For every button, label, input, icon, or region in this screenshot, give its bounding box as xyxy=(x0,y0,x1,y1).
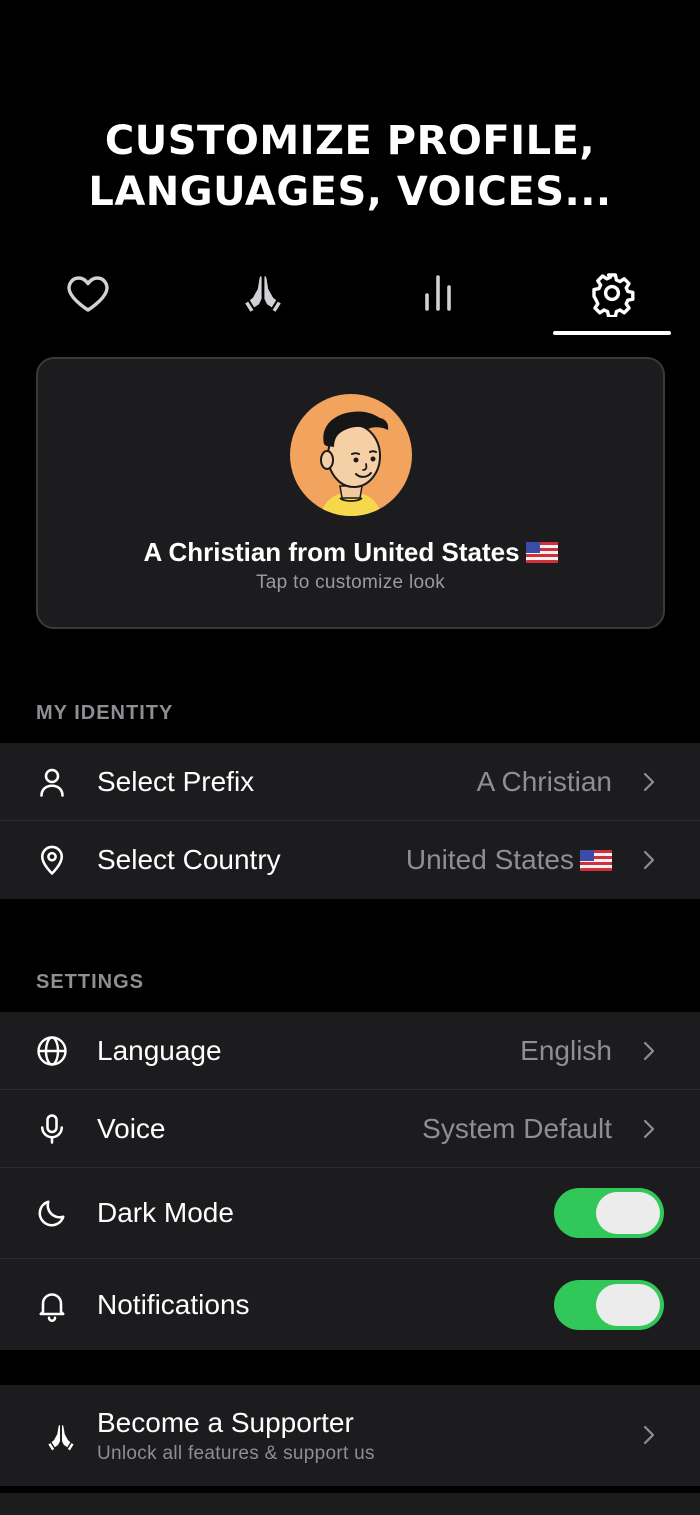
profile-subtitle: Tap to customize look xyxy=(256,572,445,593)
bell-icon xyxy=(39,1292,65,1322)
us-flag-icon xyxy=(525,542,558,563)
voice-label: Voice xyxy=(97,1112,166,1144)
tab-settings[interactable] xyxy=(553,262,671,336)
gear-icon xyxy=(592,273,635,317)
supporter-subtitle: Unlock all features & support us xyxy=(97,1443,375,1464)
select-country-value: United States xyxy=(406,844,612,876)
microphone-icon xyxy=(40,1113,64,1144)
select-country-value-text: United States xyxy=(405,844,574,875)
section-label-settings: SETTINGS xyxy=(36,971,145,993)
headline-line-1: CUSTOMIZE PROFILE, xyxy=(104,118,596,164)
become-supporter-row[interactable]: Become a Supporter Unlock all features &… xyxy=(0,1385,700,1486)
boy-avatar-illustration xyxy=(320,411,389,516)
chevron-right-icon xyxy=(643,772,655,791)
moon-icon xyxy=(38,1200,65,1227)
supporter-title: Become a Supporter xyxy=(97,1407,354,1438)
dark-mode-toggle[interactable] xyxy=(554,1188,664,1238)
active-tab-indicator xyxy=(553,331,671,335)
select-prefix-value: A Christian xyxy=(476,765,612,797)
page-headline: CUSTOMIZE PROFILE, LANGUAGES, VOICES... xyxy=(0,116,700,218)
language-row[interactable]: Language English xyxy=(0,1012,700,1090)
location-pin-icon xyxy=(40,845,64,875)
chevron-right-icon xyxy=(643,850,655,870)
select-prefix-label: Select Prefix xyxy=(97,765,255,797)
profile-name-text: A Christian from United States xyxy=(143,537,520,567)
identity-group: Select Prefix A Christian Select Country… xyxy=(0,743,700,899)
notifications-toggle[interactable] xyxy=(554,1279,664,1330)
chevron-right-icon xyxy=(643,1041,655,1060)
praying-hands-icon xyxy=(48,1424,74,1451)
us-flag-icon xyxy=(580,850,612,871)
select-prefix-row[interactable]: Select Prefix A Christian xyxy=(0,743,700,821)
dark-mode-label: Dark Mode xyxy=(97,1197,234,1228)
next-row-partial xyxy=(0,1493,700,1515)
chevron-right-icon xyxy=(643,1119,655,1138)
tab-stats[interactable] xyxy=(379,262,497,336)
profile-name: A Christian from United States xyxy=(38,537,663,568)
stats-bars-icon xyxy=(425,275,451,311)
headline-line-2: LANGUAGES, VOICES... xyxy=(88,169,612,215)
toggle-knob xyxy=(596,1283,660,1326)
globe-icon xyxy=(37,1035,67,1066)
select-country-row[interactable]: Select Country United States xyxy=(0,821,700,899)
avatar[interactable] xyxy=(290,394,412,516)
tab-prayers[interactable] xyxy=(204,262,322,336)
toggle-knob xyxy=(596,1192,660,1234)
language-label: Language xyxy=(97,1034,222,1066)
heart-icon xyxy=(67,276,109,312)
notifications-row: Notifications xyxy=(0,1259,700,1350)
select-country-label: Select Country xyxy=(97,844,281,875)
settings-group: Language English Voice System Default Da… xyxy=(0,1012,700,1350)
tab-bar xyxy=(0,262,700,336)
praying-hands-icon xyxy=(245,276,281,312)
chevron-right-icon xyxy=(643,1425,655,1445)
language-value: English xyxy=(520,1034,612,1066)
section-label-identity: MY IDENTITY xyxy=(36,702,174,724)
voice-row[interactable]: Voice System Default xyxy=(0,1090,700,1168)
tab-favorites[interactable] xyxy=(29,262,147,336)
notifications-label: Notifications xyxy=(97,1288,250,1320)
dark-mode-row: Dark Mode xyxy=(0,1168,700,1259)
person-icon xyxy=(40,768,64,797)
profile-card[interactable]: A Christian from United States Tap to cu… xyxy=(36,357,665,629)
voice-value: System Default xyxy=(422,1112,612,1144)
